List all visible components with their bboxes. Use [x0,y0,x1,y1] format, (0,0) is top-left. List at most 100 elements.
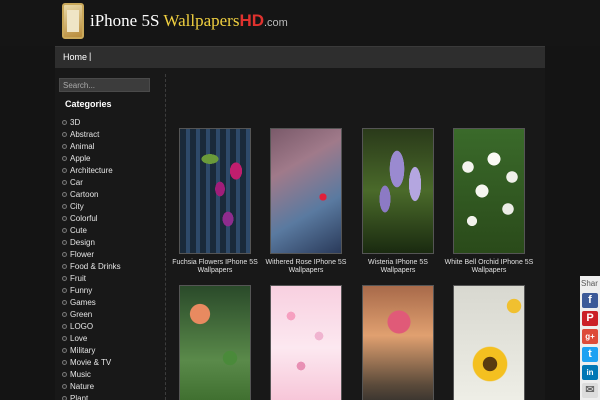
categories-heading: Categories [65,99,112,109]
category-item[interactable]: Architecture [62,164,121,176]
category-item[interactable]: Fruit [62,272,121,284]
category-label: Architecture [70,165,113,175]
category-item[interactable]: City [62,200,121,212]
bullet-icon [62,167,67,173]
email-icon[interactable]: ✉ [582,383,598,398]
category-item[interactable]: Military [62,344,121,356]
bullet-icon [62,311,67,317]
bullet-icon [62,263,67,269]
share-bar: Shar f Pg+ t in ✉ [580,276,600,400]
category-label: Car [70,177,83,187]
bullet-icon [62,323,67,329]
category-item[interactable]: Flower [62,248,121,260]
category-label: Apple [70,153,91,163]
category-label: Nature [70,381,95,391]
logo-text: iPhone 5S WallpapersHD.com [90,11,288,31]
category-item[interactable]: 3D [62,116,121,128]
bullet-icon [62,335,67,341]
bullet-icon [62,155,67,161]
category-item[interactable]: Food & Drinks [62,260,121,272]
pinterest-icon[interactable]: P [582,311,598,326]
category-item[interactable]: Abstract [62,128,121,140]
category-label: Colorful [70,213,98,223]
bullet-icon [62,239,67,245]
thumbnail-fuchsia-flowers[interactable] [179,128,251,254]
category-item[interactable]: Plant [62,392,121,400]
category-item[interactable]: Apple [62,152,121,164]
category-item[interactable]: Music [62,368,121,380]
caption-withered-rose[interactable]: Withered Rose IPhone 5S Wallpapers [261,259,351,275]
bullet-icon [62,227,67,233]
category-label: Games [70,297,96,307]
caption-wisteria[interactable]: Wisteria IPhone 5S Wallpapers [353,259,443,275]
category-label: Cartoon [70,189,99,199]
category-label: 3D [70,117,81,127]
bullet-icon [62,203,67,209]
facebook-icon[interactable]: f [582,293,598,308]
bullet-icon [62,299,67,305]
nav-home-link[interactable]: Home [63,52,87,62]
category-label: Green [70,309,93,319]
thumbnail-withered-rose[interactable] [270,128,342,254]
category-item[interactable]: Green [62,308,121,320]
site-logo[interactable]: iPhone 5S WallpapersHD.com [62,2,288,40]
category-item[interactable]: Nature [62,380,121,392]
logo-text-com: .com [264,17,288,29]
bullet-icon [62,179,67,185]
category-label: Cute [70,225,87,235]
bullet-icon [62,347,67,353]
linkedin-icon[interactable]: in [582,365,598,380]
category-item[interactable]: Cartoon [62,188,121,200]
category-label: Food & Drinks [70,261,121,271]
category-label: City [70,201,84,211]
category-item[interactable]: Animal [62,140,121,152]
search-input[interactable] [59,78,150,92]
category-label: Animal [70,141,95,151]
thumbnail-orange-flower[interactable] [179,285,251,400]
thumbnail-pink-flowers[interactable] [270,285,342,400]
sidebar-divider [165,74,166,400]
category-item[interactable]: Car [62,176,121,188]
category-item[interactable]: Cute [62,224,121,236]
bullet-icon [62,215,67,221]
category-label: LOGO [70,321,94,331]
thumbnail-wisteria[interactable] [362,128,434,254]
category-label: Military [70,345,96,355]
category-label: Flower [70,249,95,259]
sidebar: Categories 3D Abstract Animal Apple Architec… [55,68,165,400]
thumbnail-white-bell-orchid[interactable] [453,128,525,254]
google-plus-icon[interactable]: g+ [582,329,598,344]
bullet-icon [62,191,67,197]
nav-separator: | [89,51,92,61]
iphone-icon [62,3,84,39]
category-label: Movie & TV [70,357,112,367]
category-item[interactable]: Colorful [62,212,121,224]
share-label: Shar [581,279,598,288]
category-list: 3D Abstract Animal Apple Architecture Car Cart… [62,116,121,400]
caption-fuchsia-flowers[interactable]: Fuchsia Flowers IPhone 5S Wallpapers [170,259,260,275]
thumbnail-pink-carnation[interactable] [362,285,434,400]
category-item[interactable]: Games [62,296,121,308]
category-label: Abstract [70,129,100,139]
main-nav: Home | [55,46,545,68]
caption-white-bell-orchid[interactable]: White Bell Orchid IPhone 5S Wallpapers [444,259,534,275]
category-item[interactable]: Design [62,236,121,248]
category-item[interactable]: Funny [62,284,121,296]
category-label: Music [70,369,91,379]
bullet-icon [62,287,67,293]
twitter-icon[interactable]: t [582,347,598,362]
category-label: Love [70,333,88,343]
category-label: Plant [70,393,89,400]
category-item[interactable]: Movie & TV [62,356,121,368]
logo-text-iphone: iPhone 5S [90,11,160,30]
bullet-icon [62,119,67,125]
logo-text-hd: HD [239,11,264,30]
thumbnail-sunflower[interactable] [453,285,525,400]
category-item[interactable]: LOGO [62,320,121,332]
bullet-icon [62,395,67,400]
logo-text-wallpapers: Wallpapers [163,11,240,30]
bullet-icon [62,275,67,281]
main-content: Categories 3D Abstract Animal Apple Architec… [55,68,545,400]
bullet-icon [62,131,67,137]
category-item[interactable]: Love [62,332,121,344]
